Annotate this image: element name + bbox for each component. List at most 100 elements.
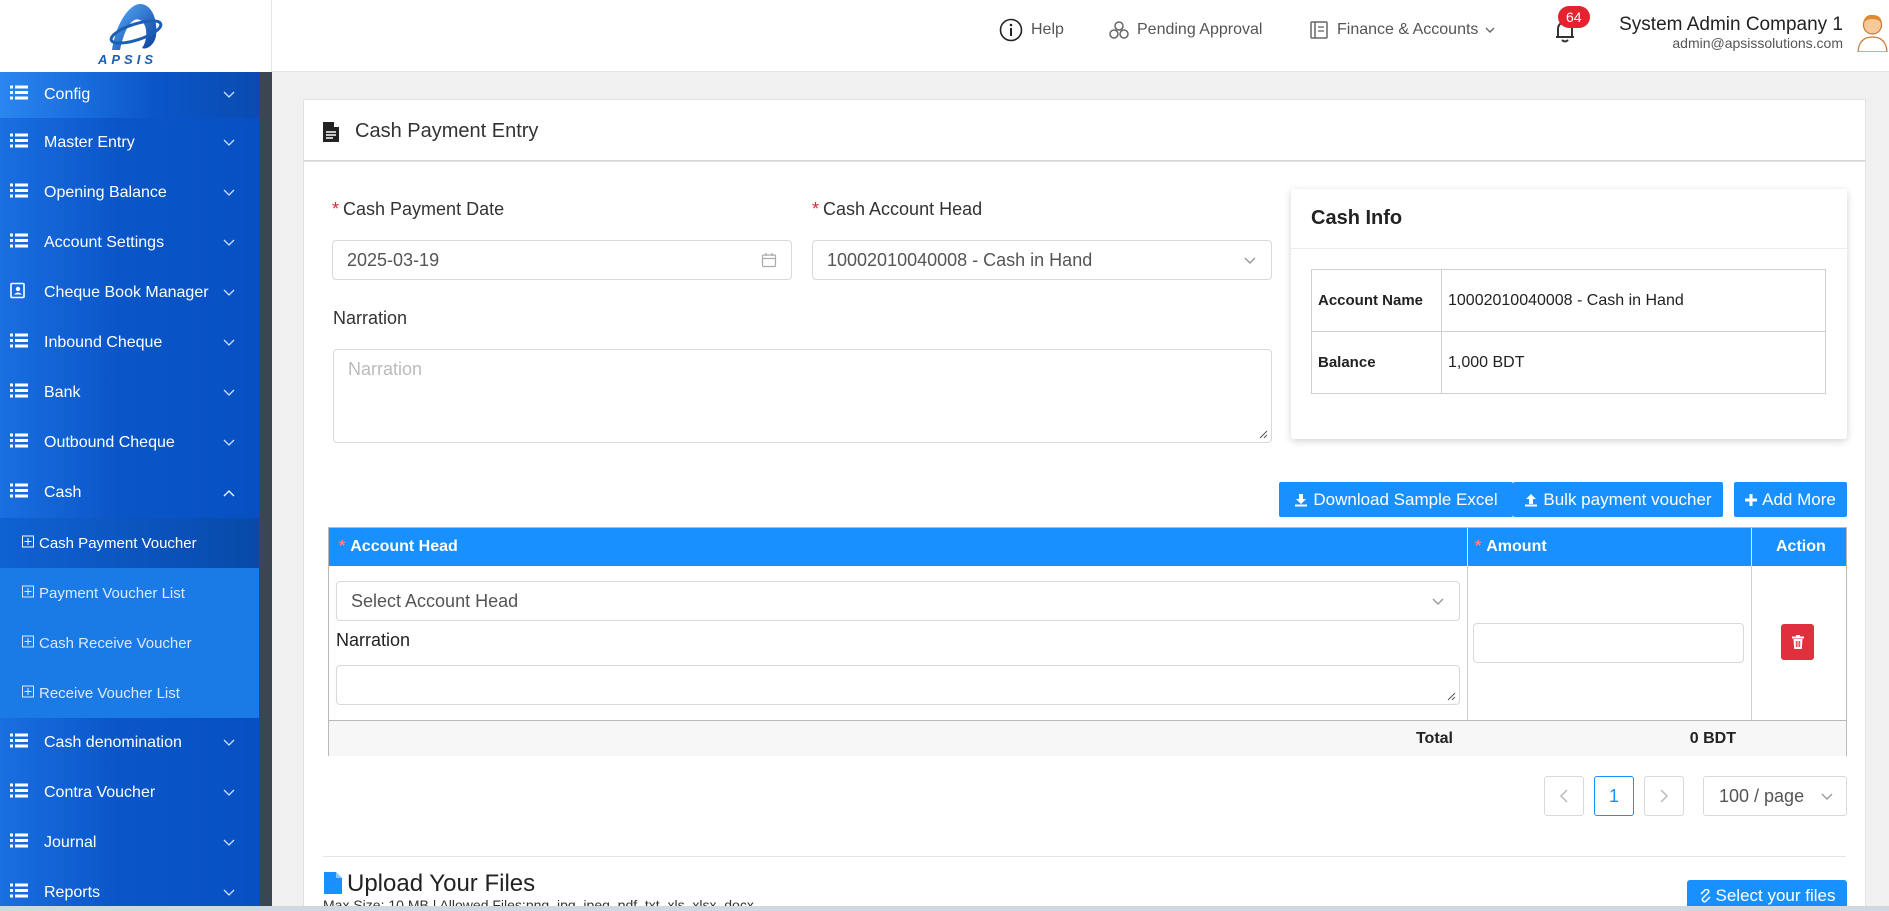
sidebar-item-cash[interactable]: Cash <box>0 468 259 518</box>
sidebar-item-journal[interactable]: Journal <box>0 818 259 868</box>
list-icon <box>10 333 28 353</box>
chevron-down-icon <box>223 134 235 152</box>
date-value: 2025-03-19 <box>347 249 440 270</box>
chevron-up-icon <box>223 484 235 502</box>
date-picker[interactable]: 2025-03-19 <box>332 240 792 280</box>
sidebar-item-label: Contra Voucher <box>44 784 156 801</box>
page-1-button[interactable]: 1 <box>1594 776 1634 816</box>
chevron-right-icon <box>1660 789 1669 803</box>
amount-input[interactable] <box>1473 623 1744 663</box>
list-icon <box>10 783 28 803</box>
sidebar-subitem-receive-voucher-list[interactable]: Receive Voucher List <box>0 668 259 718</box>
sidebar-item-bank[interactable]: Bank <box>0 368 259 418</box>
chevron-down-icon <box>223 86 235 104</box>
row-narration-textarea[interactable] <box>336 665 1460 705</box>
balance-value: 1,000 BDT <box>1441 331 1826 394</box>
sidebar-item-account-settings[interactable]: Account Settings <box>0 218 259 268</box>
account-head-label: * Cash Account Head <box>812 199 983 219</box>
sidebar-item-cash-denomination[interactable]: Cash denomination <box>0 718 259 768</box>
chevron-down-icon <box>223 434 235 452</box>
sidebar-item-cheque-book-manager[interactable]: Cheque Book Manager <box>0 268 259 318</box>
divider <box>1291 248 1847 249</box>
chevron-down-icon <box>1432 598 1444 605</box>
module-label: Finance & Accounts <box>1337 21 1479 38</box>
resize-grip-icon[interactable] <box>1447 692 1456 701</box>
plus-square-icon <box>22 585 34 602</box>
chevron-down-icon <box>1244 257 1256 264</box>
download-sample-button[interactable]: Download Sample Excel <box>1279 482 1513 517</box>
sidebar-item-label: Cash <box>44 484 82 501</box>
row-narration-label: Narration <box>336 630 411 650</box>
resize-grip-icon[interactable] <box>1259 430 1268 439</box>
add-more-button[interactable]: Add More <box>1734 482 1847 517</box>
sidebar-item-label: Opening Balance <box>44 184 167 201</box>
list-icon <box>10 433 28 453</box>
account-name-key: Account Name <box>1311 269 1442 332</box>
account-head-select[interactable]: Select Account Head <box>336 581 1460 621</box>
sidebar-item-outbound-cheque[interactable]: Outbound Cheque <box>0 418 259 468</box>
sidebar-item-label: Outbound Cheque <box>44 434 175 451</box>
total-value: 0 BDT <box>1689 730 1736 747</box>
list-icon <box>10 183 28 203</box>
prev-page-button[interactable] <box>1544 776 1584 816</box>
narration-placeholder: Narration <box>348 359 423 379</box>
avatar[interactable] <box>1856 12 1889 52</box>
page-header: Cash Payment Entry <box>303 99 1866 161</box>
chevron-down-icon <box>223 334 235 352</box>
list-icon <box>10 883 28 903</box>
contact-book-icon <box>10 282 26 304</box>
chevron-down-icon <box>1485 27 1495 33</box>
sidebar-scrollbar[interactable] <box>259 72 272 911</box>
narration-label: Narration <box>333 308 408 328</box>
account-head-placeholder: Select Account Head <box>351 590 519 611</box>
ledger-icon <box>1310 21 1328 39</box>
cash-info-table: Account Name 10002010040008 - Cash in Ha… <box>1311 269 1826 394</box>
delete-row-button[interactable] <box>1781 624 1814 660</box>
table-header: * Account Head * Amount Action <box>329 528 1846 566</box>
date-label: * Cash Payment Date <box>332 199 505 219</box>
list-icon <box>10 233 28 253</box>
cluster-icon <box>1109 21 1129 39</box>
page-size-select[interactable]: 100 / page <box>1703 776 1847 816</box>
module-dropdown[interactable]: Finance & Accounts <box>1309 18 1496 42</box>
sidebar-subitem-label: Cash Receive Voucher <box>39 634 192 652</box>
file-icon <box>324 872 342 894</box>
cash-account-select[interactable]: 10002010040008 - Cash in Hand <box>812 240 1272 280</box>
plus-icon <box>1745 493 1758 506</box>
col-account-head: * Account Head <box>339 538 458 555</box>
next-page-button[interactable] <box>1644 776 1684 816</box>
chevron-down-icon <box>223 384 235 402</box>
sidebar-item-label: Inbound Cheque <box>44 334 163 351</box>
sidebar-item-label: Journal <box>44 834 97 851</box>
col-action: Action <box>1776 538 1826 555</box>
balance-key: Balance <box>1311 331 1442 394</box>
page-title: Cash Payment Entry <box>355 120 539 142</box>
total-row: Total 0 BDT <box>329 720 1846 756</box>
chevron-down-icon <box>223 734 235 752</box>
sidebar-item-inbound-cheque[interactable]: Inbound Cheque <box>0 318 259 368</box>
narration-textarea[interactable]: Narration <box>333 349 1272 443</box>
sidebar-subitem-cash-receive-voucher[interactable]: Cash Receive Voucher <box>0 618 259 668</box>
sidebar-item-contra-voucher[interactable]: Contra Voucher <box>0 768 259 818</box>
document-icon <box>323 122 339 142</box>
plus-square-icon <box>22 635 34 652</box>
sidebar-item-opening-balance[interactable]: Opening Balance <box>0 168 259 218</box>
sidebar-item-config[interactable]: Config <box>0 72 259 118</box>
logo[interactable]: APSIS <box>0 0 272 72</box>
list-icon <box>10 483 28 503</box>
cash-info-title: Cash Info <box>1311 207 1403 229</box>
sidebar-item-reports[interactable]: Reports <box>0 868 259 911</box>
help-link[interactable]: Help <box>999 18 1064 42</box>
pending-approval-link[interactable]: Pending Approval <box>1109 18 1262 42</box>
chevron-down-icon <box>223 284 235 302</box>
user-name[interactable]: System Admin Company 1 <box>1619 14 1843 36</box>
chevron-down-icon <box>223 784 235 802</box>
chevron-left-icon <box>1559 789 1568 803</box>
list-icon <box>10 133 28 153</box>
sidebar-subitem-payment-voucher-list[interactable]: Payment Voucher List <box>0 568 259 618</box>
sidebar-item-label: Master Entry <box>44 134 135 151</box>
sidebar-item-master-entry[interactable]: Master Entry <box>0 118 259 168</box>
sidebar-subitem-cash-payment-voucher[interactable]: Cash Payment Voucher <box>0 518 259 568</box>
bulk-payment-button[interactable]: Bulk payment voucher <box>1513 482 1723 517</box>
upload-title: Upload Your Files <box>347 870 536 897</box>
